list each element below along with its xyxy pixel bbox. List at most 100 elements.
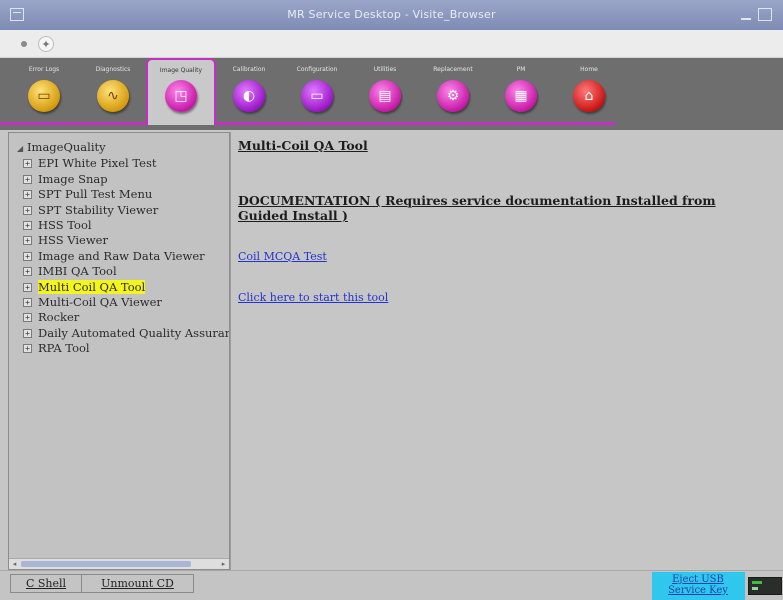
tree-item[interactable]: + IMBI QA Tool [17,264,229,279]
expand-plus-icon[interactable]: + [23,236,32,246]
eject-usb-button[interactable]: Eject USB Service Key [652,572,745,600]
usb-status-light [752,581,762,584]
tree-item[interactable]: + SPT Pull Test Menu [17,187,229,202]
scroll-left-icon[interactable]: ◂ [10,560,19,568]
tree-item-label: SPT Stability Viewer [38,202,159,217]
home-icon[interactable]: ⌂ [573,80,605,112]
usb-key-icon [748,577,782,595]
tree-item-label: HSS Viewer [38,233,108,248]
tab-label: Configuration [296,66,338,73]
tab-label: Calibration [232,66,266,73]
tree-item[interactable]: + SPT Stability Viewer [17,202,229,218]
expand-plus-icon[interactable]: + [23,344,32,354]
tree-item[interactable]: + Multi-Coil QA Viewer [17,295,229,310]
tree-item-label: Rocker [38,310,80,325]
tree-item-label: RPA Tool [38,341,90,356]
tree-item-label: Multi-Coil QA Viewer [38,295,162,310]
tree-item-label: Multi Coil QA Tool [38,279,146,294]
tab-replacement[interactable]: Replacement ⚙ [418,64,488,126]
tree-item-label: SPT Pull Test Menu [38,187,153,202]
clipboard-icon[interactable]: ▦ [505,80,537,112]
tree-item-label: Daily Automated Quality Assurance [38,325,230,340]
tab-glyph: ◳ [174,88,188,104]
expand-plus-icon[interactable]: + [23,251,32,261]
tab-label: Replacement [433,66,473,73]
image-quality-icon[interactable]: ◳ [165,80,197,112]
tab-glyph: ▤ [378,88,392,104]
tree-root-label: ImageQuality [27,140,106,154]
tab-pm[interactable]: PM ▦ [486,64,556,126]
expand-plus-icon[interactable]: + [23,298,32,308]
collapse-arrow-icon[interactable]: ◢ [17,141,27,156]
tree-item-label: Image and Raw Data Viewer [38,248,205,263]
tab-label: Home [580,66,598,73]
scrollbar-thumb[interactable] [21,561,191,567]
tab-glyph: ▭ [37,88,51,104]
tree-item[interactable]: + EPI White Pixel Test [17,156,229,171]
tree-item-label: HSS Tool [38,218,92,233]
eject-usb-label: Eject USB Service Key [668,574,728,596]
minimize-button[interactable] [740,9,752,21]
tab-label: Error Logs [28,66,60,73]
tab-glyph: ◐ [242,88,256,104]
window-title-bar: MR Service Desktop - Visite_Browser [0,0,783,30]
horizontal-scrollbar[interactable]: ◂ ▸ [9,558,229,569]
tree-item[interactable]: + HSS Viewer [17,233,229,248]
tab-calibration[interactable]: Calibration ◐ [214,64,284,126]
stop-icon[interactable] [16,36,32,52]
expand-plus-icon[interactable]: + [23,190,32,200]
expand-plus-icon[interactable]: + [23,267,32,277]
bottom-bar: C Shell Unmount CD Eject USB Service Key [0,570,783,600]
tree-item-label: EPI White Pixel Test [38,156,157,171]
page-title: Multi-Coil QA Tool [238,138,368,153]
tab-label: Image Quality [159,67,203,74]
expand-plus-icon[interactable]: + [23,282,32,292]
configuration-icon[interactable]: ▭ [301,80,333,112]
tab-glyph: ∿ [107,88,119,104]
tree-root[interactable]: ◢ ImageQuality [17,140,229,156]
back-arrow-icon[interactable]: ✦ [38,36,54,52]
tree-item-label: Image Snap [38,171,108,186]
tree-item[interactable]: + Image and Raw Data Viewer [17,248,229,264]
expand-plus-icon[interactable]: + [23,328,32,338]
replacement-icon[interactable]: ⚙ [437,80,469,112]
start-tool-link[interactable]: Click here to start this tool [238,291,388,304]
tab-label: Utilities [373,66,397,73]
tree-item[interactable]: + HSS Tool [17,218,229,233]
toolbox-icon[interactable]: ▤ [369,80,401,112]
tab-error-logs[interactable]: Error Logs ▭ [9,64,79,126]
scroll-right-icon[interactable]: ▸ [219,560,228,568]
tree-item[interactable]: + Daily Automated Quality Assurance [17,325,230,341]
tab-utilities[interactable]: Utilities ▤ [350,64,420,126]
tree-item[interactable]: + Image Snap [17,171,229,187]
maximize-button[interactable] [758,8,772,21]
tab-home[interactable]: Home ⌂ [554,64,624,126]
tool-tree-pane: ◢ ImageQuality + EPI White Pixel Test + Imag… [8,132,230,570]
logbook-icon[interactable]: ▭ [28,80,60,112]
expand-plus-icon[interactable]: + [23,159,32,169]
tab-configuration[interactable]: Configuration ▭ [282,64,352,126]
tab-label: PM [516,66,526,73]
tree-item[interactable]: + Multi Coil QA Tool [17,279,229,295]
usb-status-light [752,587,758,590]
tool-ribbon: Error Logs ▭ Diagnostics ∿ Image Quality ◳ Cal… [0,58,783,130]
expand-plus-icon[interactable]: + [23,313,32,323]
unmount-cd-button[interactable]: Unmount CD [82,574,194,593]
stethoscope-icon[interactable]: ∿ [97,80,129,112]
window-title: MR Service Desktop - Visite_Browser [287,8,496,21]
coil-mcqa-test-link[interactable]: Coil MCQA Test [238,250,327,263]
tool-content-pane: Multi-Coil QA Tool DOCUMENTATION ( Requi… [230,132,783,570]
calibration-icon[interactable]: ◐ [233,80,265,112]
tab-image-quality[interactable]: Image Quality ◳ [146,58,216,125]
expand-plus-icon[interactable]: + [23,205,32,215]
tab-glyph: ⌂ [584,88,594,104]
tab-diagnostics[interactable]: Diagnostics ∿ [78,64,148,126]
tree-item[interactable]: + Rocker [17,310,229,325]
expand-plus-icon[interactable]: + [23,221,32,231]
tab-glyph: ▦ [514,88,528,104]
tab-glyph: ⚙ [446,88,460,104]
tree-item[interactable]: + RPA Tool [17,341,229,356]
expand-plus-icon[interactable]: + [23,174,32,184]
c-shell-button[interactable]: C Shell [10,574,82,593]
tab-label: Diagnostics [95,66,131,73]
